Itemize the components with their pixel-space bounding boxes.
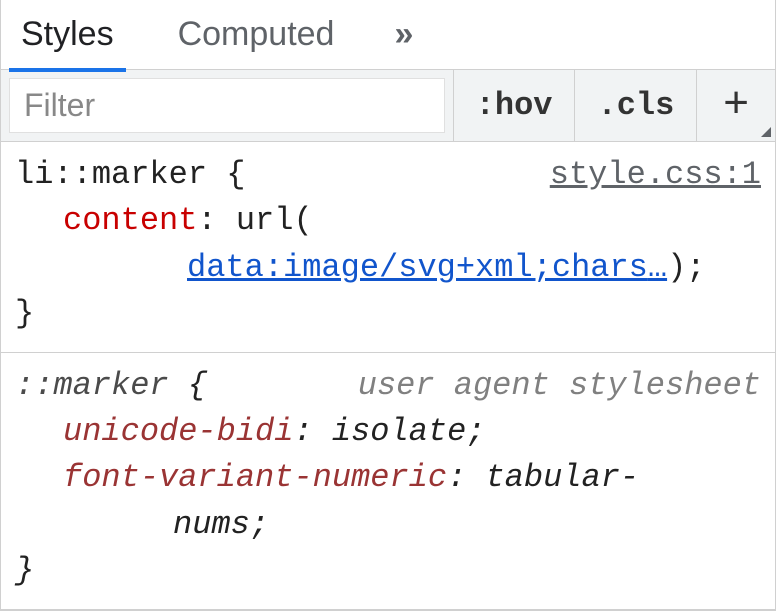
ellipsis: … [648,249,667,286]
colon: : [447,459,485,496]
rules-list: li::marker { style.css:1 content: url( d… [1,142,775,610]
property-value: isolate [332,413,466,450]
brace-open: { [226,156,245,193]
property-name: font-variant-numeric [63,459,447,496]
rule-header: li::marker { style.css:1 [15,152,761,198]
selector[interactable]: ::marker [15,367,169,404]
url-value-link[interactable]: data:image/svg+xml;chars… [187,249,667,286]
url-close: ) [667,249,686,286]
tab-styles[interactable]: Styles [9,0,126,72]
rule-header: ::marker { user agent stylesheet [15,363,761,409]
styles-toolbar: :hov .cls + [1,70,775,142]
styles-panel: Styles Computed » :hov .cls + li::marker… [0,0,776,611]
rule-open: li::marker { [15,152,245,198]
brace-open: { [188,367,207,404]
value-continuation: nums; [63,502,761,548]
rule-open: ::marker { [15,363,207,409]
css-rule: ::marker { user agent stylesheet unicode… [1,353,775,610]
filter-input[interactable] [9,78,445,133]
source-link[interactable]: style.css:1 [550,152,761,198]
colon: : [197,202,235,239]
tab-computed[interactable]: Computed [166,0,347,72]
filter-wrap [1,70,453,141]
cls-button[interactable]: .cls [574,70,696,141]
semicolon: ; [686,249,705,286]
brace-close: } [15,291,761,337]
property-name: unicode-bidi [63,413,293,450]
property-value-line1: tabular- [485,459,639,496]
source-ua-label: user agent stylesheet [358,363,761,409]
semicolon: ; [250,506,269,543]
url-function: url( [236,202,313,239]
tab-more[interactable]: » [386,0,423,72]
property-value-line2: nums [173,506,250,543]
property-name: content [63,202,197,239]
css-rule: li::marker { style.css:1 content: url( d… [1,142,775,353]
hov-button[interactable]: :hov [453,70,575,141]
brace-close: } [15,548,761,594]
colon: : [293,413,331,450]
tabbar: Styles Computed » [1,0,775,70]
declaration[interactable]: unicode-bidi: isolate; [15,409,761,455]
url-continuation: data:image/svg+xml;chars…); [63,245,761,291]
selector[interactable]: li::marker [15,156,207,193]
new-rule-button[interactable]: + [696,70,775,141]
declaration[interactable]: content: url( data:image/svg+xml;chars…)… [15,198,761,291]
semicolon: ; [466,413,485,450]
url-text: data:image/svg+xml;chars [187,249,648,286]
declaration[interactable]: font-variant-numeric: tabular- nums; [15,455,761,548]
